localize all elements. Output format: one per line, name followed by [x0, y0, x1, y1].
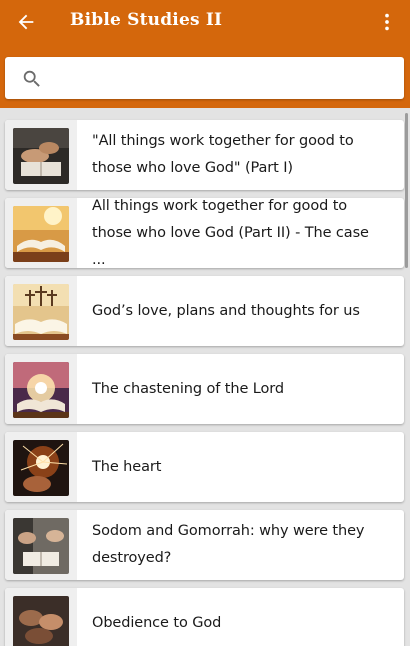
glowing-bible-image: [13, 362, 69, 418]
thumbnail-cell: [5, 120, 77, 190]
app-bar: Bible Studies II: [0, 0, 410, 108]
search-input[interactable]: [53, 57, 393, 99]
group-bible-study-image: [13, 518, 69, 574]
list-scrollbar[interactable]: [405, 113, 408, 268]
list-item-title: The heart: [92, 458, 162, 475]
thumbnail-cell: [5, 432, 77, 502]
list-item-title: "All things work together for good to th…: [92, 133, 354, 176]
list-item[interactable]: The chastening of the Lord: [5, 354, 404, 424]
search-icon: [23, 70, 40, 87]
thumbnail-cell: [5, 354, 77, 424]
list-item[interactable]: The heart: [5, 432, 404, 502]
list-item[interactable]: Obedience to God: [5, 588, 404, 646]
arrow-back-icon: [18, 14, 34, 30]
hands-bible-image: [13, 128, 69, 184]
back-button[interactable]: [10, 8, 42, 36]
more-vert-icon: [385, 13, 389, 31]
list-item[interactable]: All things work together for good to tho…: [5, 198, 404, 268]
thumbnail-cell: [5, 588, 77, 646]
list-item-title: God’s love, plans and thoughts for us: [92, 302, 360, 319]
list-item[interactable]: God’s love, plans and thoughts for us: [5, 276, 404, 346]
list-item[interactable]: "All things work together for good to th…: [5, 120, 404, 190]
thumbnail-cell: [5, 276, 77, 346]
thumbnail-cell: [5, 198, 77, 268]
praying-hands-light-image: [13, 440, 69, 496]
thumbnail-cell: [5, 510, 77, 580]
list-item-title: The chastening of the Lord: [92, 380, 285, 397]
joined-hands-image: [13, 596, 69, 646]
list-item-title: Obedience to God: [92, 614, 222, 631]
list-item-title: All things work together for good to tho…: [92, 197, 369, 268]
article-list: "All things work together for good to th…: [0, 108, 410, 646]
open-book-light-image: [13, 206, 69, 262]
app-title: Bible Studies II: [70, 10, 223, 30]
three-crosses-image: [13, 284, 69, 340]
search-bar[interactable]: [5, 57, 404, 99]
overflow-menu-button[interactable]: [372, 8, 402, 36]
list-item-title: Sodom and Gomorrah: why were they destro…: [92, 523, 365, 566]
list-item[interactable]: Sodom and Gomorrah: why were they destro…: [5, 510, 404, 580]
